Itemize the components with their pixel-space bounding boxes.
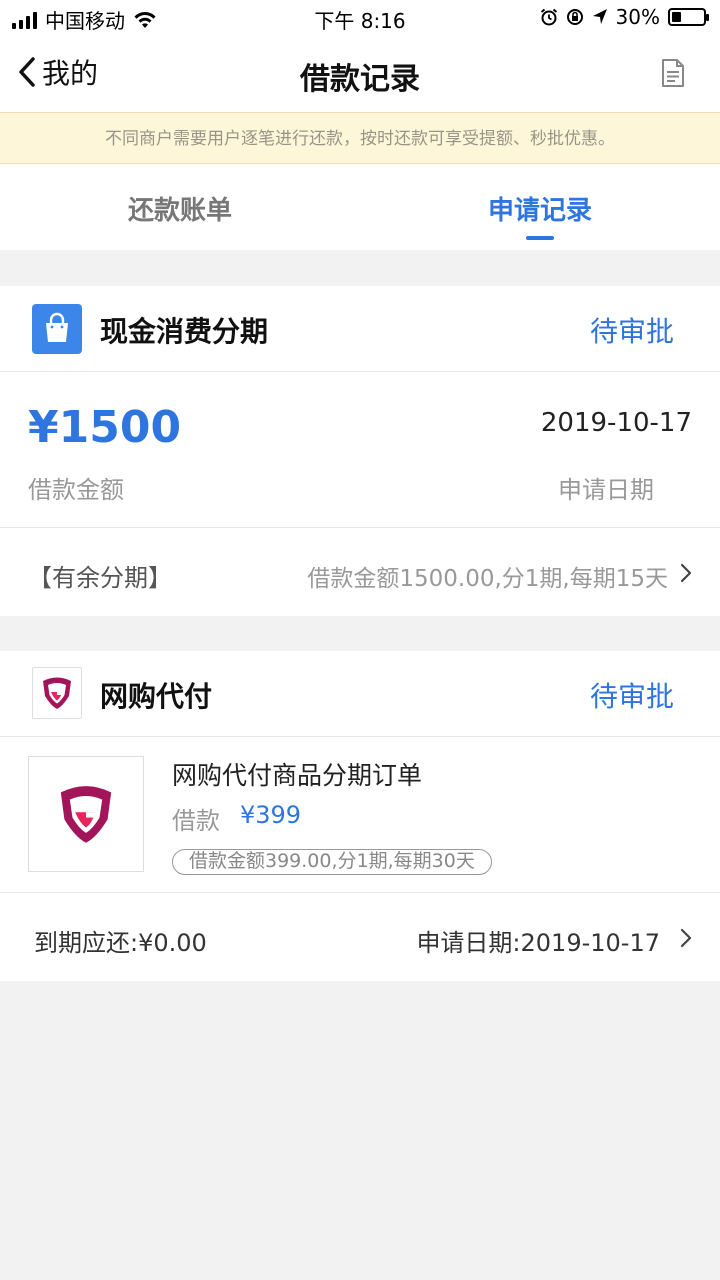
record-title: 现金消费分期: [100, 315, 269, 348]
record-card-cash-installment[interactable]: 现金消费分期 待审批 ¥1500 2019-10-17 借款金额 申请日期 【有…: [0, 286, 720, 616]
loan-amount: ¥1500: [28, 402, 182, 453]
brand-logo-icon: [32, 667, 82, 719]
product-title: 网购代付商品分期订单: [172, 761, 423, 790]
battery-icon: [668, 8, 709, 26]
record-title: 网购代付: [100, 680, 213, 713]
back-button[interactable]: 我的: [18, 52, 98, 92]
apply-date: 2019-10-17: [540, 408, 692, 438]
rotation-lock-icon: [566, 9, 583, 25]
loan-label: 借款: [172, 807, 220, 835]
plan-badge: 借款金额399.00,分1期,每期30天: [172, 849, 492, 875]
document-icon: [662, 59, 684, 87]
product-image: [28, 756, 144, 872]
plan-name: 【有余分期】: [28, 564, 172, 592]
loan-value: ¥399: [240, 801, 302, 829]
status-badge: 待审批: [589, 680, 674, 713]
status-bar: 中国移动 下午 8:16 30%: [0, 0, 720, 34]
due-row[interactable]: 到期应还:¥0.00 申请日期:2019-10-17: [0, 893, 720, 981]
apply-date: 申请日期:2019-10-17: [416, 929, 660, 957]
chevron-right-icon: [680, 563, 692, 583]
loan-amount-label: 借款金额: [28, 476, 124, 504]
document-button[interactable]: [660, 58, 686, 92]
back-label: 我的: [42, 57, 99, 90]
nav-bar: 我的 借款记录: [0, 34, 720, 112]
notice-banner: 不同商户需要用户逐笔进行还款，按时还款可享受提额、秒批优惠。: [0, 112, 720, 164]
status-badge: 待审批: [589, 315, 674, 348]
card-header: 网购代付 待审批: [0, 651, 720, 737]
alarm-icon: [540, 8, 557, 26]
chevron-right-icon: [680, 928, 692, 948]
page-title: 借款记录: [300, 62, 420, 97]
apply-date-label: 申请日期: [558, 476, 654, 504]
location-icon: [592, 9, 607, 24]
tab-bar: 还款账单 申请记录: [0, 164, 720, 250]
tab-active-indicator: [526, 236, 554, 240]
record-card-online-shopping[interactable]: 网购代付 待审批 网购代付商品分期订单 借款 ¥399 借款金额399.00,分…: [0, 651, 720, 981]
back-chevron-icon: [19, 57, 35, 87]
card-header: 现金消费分期 待审批: [0, 286, 720, 372]
tab-repayment-bill[interactable]: 还款账单: [128, 190, 232, 227]
due-amount: 到期应还:¥0.00: [34, 929, 207, 957]
shopping-bag-icon: [32, 304, 82, 354]
installment-plan-row[interactable]: 【有余分期】 借款金额1500.00,分1期,每期15天: [0, 528, 720, 616]
plan-detail: 借款金额1500.00,分1期,每期15天: [307, 566, 668, 592]
tab-application-records[interactable]: 申请记录: [488, 190, 592, 227]
battery-percentage: 30%: [615, 5, 660, 29]
brand-logo-icon: [60, 786, 112, 843]
